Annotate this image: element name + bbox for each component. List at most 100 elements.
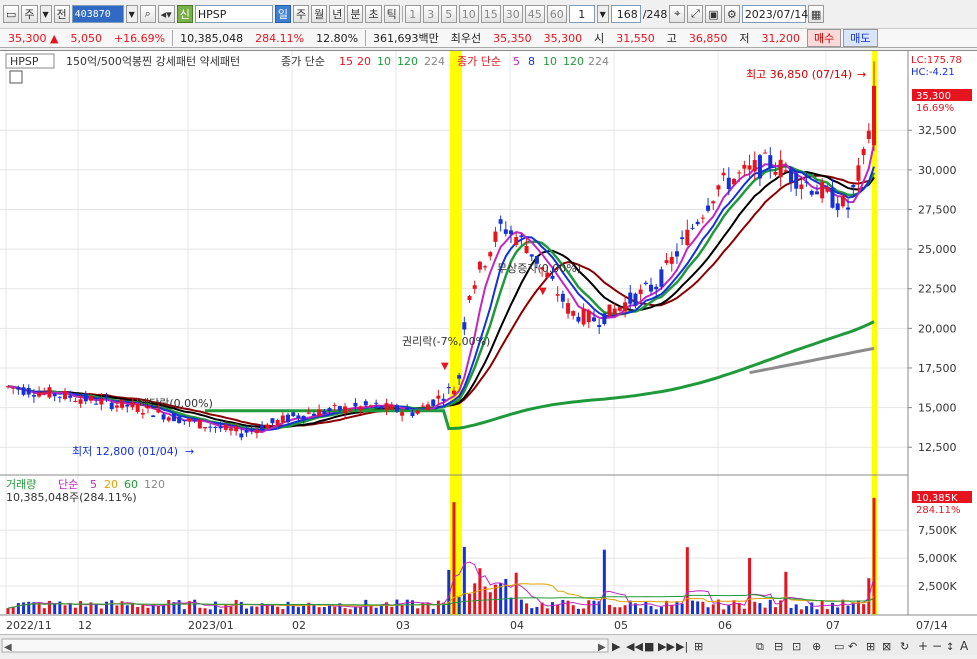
split-view-icon[interactable]: ⧉ [756,640,764,653]
ma-b-120: 120 [563,55,584,68]
interval-3[interactable]: 3 [422,5,439,23]
rewind-icon[interactable]: ◀◀ [626,640,643,653]
interval-1[interactable]: 1 [404,5,421,23]
candle-body [99,398,104,405]
candle-body [394,405,399,412]
volume-bar [737,602,741,614]
candle-body [695,221,700,225]
search-icon[interactable]: ⌕ [139,5,156,23]
save-icon[interactable]: ▣ [705,5,722,23]
undo-icon[interactable]: ↶ [848,640,857,653]
interval-45[interactable]: 45 [524,5,545,23]
date-input[interactable]: 2023/07/14 [741,5,808,23]
current-volume-tag-text: 10,385K [916,493,958,504]
sell-button[interactable]: 매도 [843,29,878,47]
horizontal-scrollbar[interactable] [1,638,609,653]
x-axis-current-date: 07/14 [916,619,948,632]
candle-body [125,404,130,407]
candle-body [291,412,296,417]
stock-code-input[interactable]: 403870 [71,5,124,23]
stock-chart[interactable]: HPSP 150억/500억봉찐 강세패턴 약세패턴 종가 단순 15 20 1… [0,50,977,634]
candle-body [804,181,809,183]
market-select[interactable]: 주 [21,5,38,23]
hc-value: HC:-4.21 [911,67,955,78]
price-change: 5,050 [70,31,102,45]
candle-body [825,186,830,192]
candle-body [296,415,301,419]
buy-button[interactable]: 매수 [807,29,842,47]
volume-bar [270,604,274,614]
grid-view-icon[interactable]: ⊟ [774,640,783,653]
scroll-left-icon[interactable]: ◀ [4,642,12,653]
candle-body [555,294,560,296]
interval-15[interactable]: 15 [480,5,501,23]
forward-icon[interactable]: ▶▶ [658,640,675,653]
crosshair-icon[interactable]: ⌖ [669,5,686,23]
calendar-icon[interactable]: ▦ [807,5,825,23]
lc-value: LC:175.78 [911,55,962,66]
refresh-icon[interactable]: ↻ [900,640,909,653]
candle-body [203,427,208,429]
tab-period-day[interactable]: 일 [274,5,291,23]
low-annotation: 최저 12,800 (01/04) [72,445,178,458]
zoom-out-icon[interactable]: − [932,639,942,653]
scroll-right-icon[interactable]: ▶ [598,642,606,653]
interval-10[interactable]: 10 [458,5,479,23]
candle-body [187,418,192,422]
interval-5[interactable]: 5 [440,5,457,23]
tile-icon[interactable]: ⊞ [866,640,875,653]
vol-ma-60: 60 [124,478,138,491]
layout-icon[interactable]: ⊞ [694,640,703,653]
period-type-select[interactable]: 전 [53,5,70,23]
step-icon[interactable]: ▶| [676,640,688,653]
interval-count-input[interactable]: 1 [568,5,595,23]
candle-body [228,428,233,431]
window-icon[interactable]: ▭ [3,5,20,23]
compare-icon[interactable]: ⊕ [812,640,821,653]
candle-body [379,406,384,409]
interval-60[interactable]: 60 [546,5,567,23]
stock-name-field[interactable]: HPSP [194,5,273,23]
zoom-in-icon[interactable]: + [918,639,928,653]
tab-period-year[interactable]: 년 [329,5,346,23]
text-icon[interactable]: A [960,639,969,653]
tab-period-minute[interactable]: 분 [347,5,364,23]
candle-body [47,387,52,398]
candle-body [415,410,420,414]
market-dropdown-arrow[interactable]: ▼ [39,5,52,23]
interval-dropdown-arrow[interactable]: ▼ [596,5,609,23]
candle-body [467,295,472,301]
code-dropdown-arrow[interactable]: ▼ [125,5,138,23]
multi-view-icon[interactable]: ⊡ [792,640,801,653]
new-badge[interactable]: 신 [176,5,193,23]
candle-body [814,191,819,195]
y-tick-label: 17,500 [918,362,957,375]
resize-icon[interactable]: ⤢ [687,5,704,23]
gear-icon[interactable]: ⚙ [723,5,740,23]
volume-bar [130,603,134,614]
window-icon[interactable]: ▭ [834,640,844,653]
volume-bar [576,608,580,614]
stop-icon[interactable]: ■ [644,640,654,653]
candle-body [446,386,451,389]
chart-type-icon[interactable]: ⊠ [882,640,891,653]
tab-period-month[interactable]: 월 [311,5,328,23]
tab-period-second[interactable]: 초 [365,5,382,23]
pattern-title: 150억/500억봉찐 강세패턴 약세패턴 [66,54,240,68]
table-view-icon[interactable] [9,70,23,84]
page-total: /248 [642,7,668,21]
candle-body [11,387,16,389]
candle-body [78,399,83,404]
volume-bar [732,600,736,614]
speaker-icon[interactable]: ◂▾ [157,5,175,23]
volume-bar [286,601,290,614]
font-size-icon[interactable]: ↕ [946,642,954,653]
page-input[interactable]: 168 [610,5,641,23]
play-icon[interactable]: ▶ [612,640,621,653]
interval-30[interactable]: 30 [502,5,523,23]
volume-bar [245,608,249,614]
candle-body [690,227,695,229]
tab-period-week[interactable]: 주 [292,5,310,23]
current-price-tag-text: 35,300 [916,91,951,102]
tab-period-tick[interactable]: 틱 [383,5,400,23]
